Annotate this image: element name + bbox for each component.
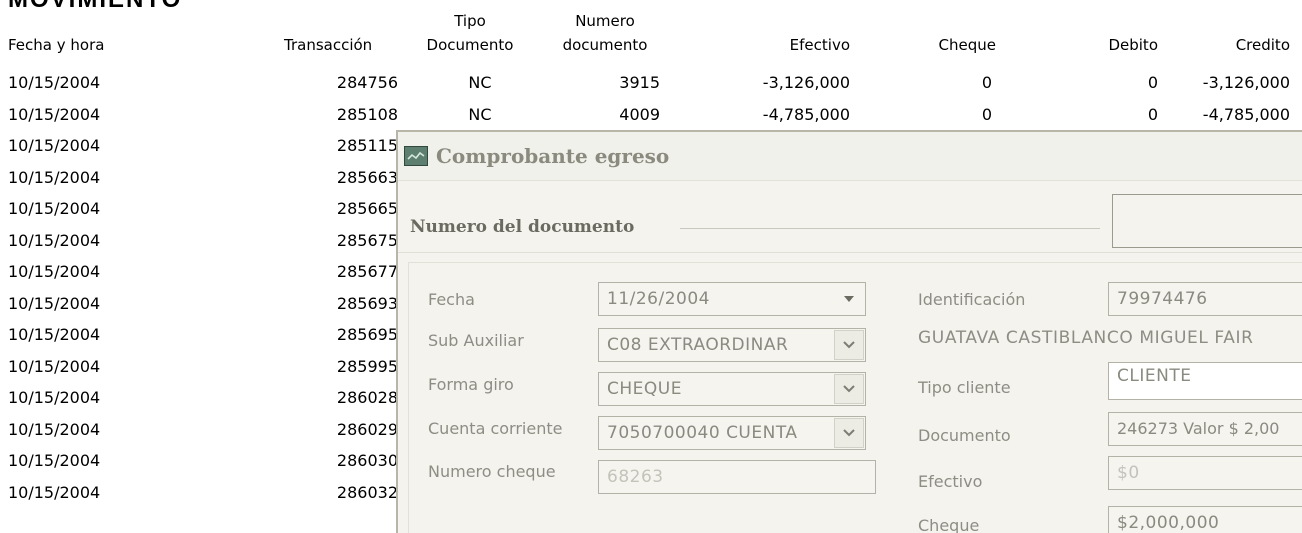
sub-auxiliar-label: Sub Auxiliar [428,331,524,350]
cell-credito: -4,785,000 [1202,104,1290,124]
comprobante-egreso-dialog: Comprobante egreso Numero del documento … [396,130,1302,533]
cell-fecha: 10/15/2004 [8,451,101,470]
header-tipo-documento: Tipo Documento [410,12,530,55]
header-credito: Credito [1235,36,1290,54]
cell-fecha: 10/15/2004 [8,167,101,187]
cell-efectivo: -4,785,000 [762,104,850,124]
table-row: 10/15/2004 285108 NC 4009 -4,785,000 0 0 -4,785… [0,99,1302,131]
tipo-cliente-input[interactable]: CLIENTE [1108,362,1302,400]
cell-transaccion: 285995 [336,356,398,376]
cell-transaccion: 285115 [336,136,398,155]
app-window-icon [404,146,428,166]
cell-fecha: 10/15/2004 [8,262,101,281]
cell-transaccion: 285677 [336,262,398,281]
cell-fecha: 10/15/2004 [8,388,101,407]
dialog-title: Comprobante egreso [436,144,670,168]
cell-fecha: 10/15/2004 [8,356,101,376]
cell-fecha: 10/15/2004 [8,136,101,155]
header-cheque: Cheque [938,36,996,54]
identificacion-input[interactable]: 79974476 [1108,282,1302,316]
header-transaccion: Transacción [284,36,373,54]
cell-numero: 4009 [619,104,660,124]
cheque-value: $2,000,000 [1117,513,1220,533]
cell-transaccion: 285693 [336,293,398,313]
cell-fecha: 10/15/2004 [8,325,101,344]
fecha-value: 11/26/2004 [607,289,710,309]
forma-giro-value: CHEQUE [607,379,682,399]
cell-cheque: 0 [981,73,992,92]
header-debito: Debito [1108,36,1158,54]
documento-value: 246273 Valor $ 2,00 [1117,419,1280,438]
header-fecha: Fecha y hora [8,36,105,54]
documento-label: Documento [918,426,1011,445]
cell-transaccion: 285695 [336,325,398,344]
cell-credito: -3,126,000 [1202,73,1290,92]
efectivo-label: Efectivo [918,472,983,491]
document-number-box[interactable] [1112,194,1302,248]
cell-fecha: 10/15/2004 [8,199,101,218]
report-title: MOVIMIENTO [8,0,182,14]
cuenta-corriente-label: Cuenta corriente [428,419,563,438]
identificacion-value: 79974476 [1117,289,1208,309]
efectivo-value: $0 [1117,463,1140,483]
header-numero-line2: documento [562,36,648,54]
header-tipo-line1: Tipo [454,12,486,30]
cell-transaccion: 284756 [336,73,398,92]
cuenta-corriente-value: 7050700040 CUENTA [607,423,798,443]
client-name: GUATAVA CASTIBLANCO MIGUEL FAIR [918,328,1254,348]
cell-transaccion: 286032 [336,482,398,502]
cell-debito: 0 [1147,104,1158,124]
header-numero-line1: Numero [575,12,635,30]
cell-transaccion: 286028 [336,388,398,407]
cell-transaccion: 285663 [336,167,398,187]
forma-giro-label: Forma giro [428,375,514,394]
cheque-label: Cheque [918,516,980,533]
cell-transaccion: 285665 [336,199,398,218]
chevron-down-icon[interactable] [834,284,864,314]
cell-fecha: 10/15/2004 [8,104,101,124]
dialog-titlebar[interactable]: Comprobante egreso [398,132,1302,181]
chevron-down-icon[interactable] [834,418,864,448]
section-separator [398,252,1302,253]
numero-cheque-label: Numero cheque [428,462,556,481]
cell-transaccion: 286030 [336,451,398,470]
cell-fecha: 10/15/2004 [8,230,101,250]
documento-input[interactable]: 246273 Valor $ 2,00 [1108,412,1302,446]
sub-auxiliar-dropdown[interactable]: C08 EXTRAORDINAR [598,328,866,362]
forma-giro-dropdown[interactable]: CHEQUE [598,372,866,406]
tipo-cliente-label: Tipo cliente [918,378,1011,397]
header-numero-documento: Numero documento [540,12,670,55]
header-efectivo: Efectivo [789,36,850,54]
identificacion-label: Identificación [918,290,1026,309]
table-row: 10/15/2004 284756 NC 3915 -3,126,000 0 0 -3,126… [0,67,1302,99]
cuenta-corriente-dropdown[interactable]: 7050700040 CUENTA [598,416,866,450]
cell-fecha: 10/15/2004 [8,73,101,92]
group-title: Numero del documento [410,217,635,237]
cell-transaccion: 286029 [336,419,398,439]
cell-fecha: 10/15/2004 [8,482,101,502]
cell-transaccion: 285108 [336,104,398,124]
fecha-label: Fecha [428,290,475,309]
chevron-down-icon[interactable] [834,330,864,360]
header-tipo-line2: Documento [426,36,514,54]
fecha-dropdown[interactable]: 11/26/2004 [598,282,866,316]
cell-numero: 3915 [619,73,660,92]
cell-efectivo: -3,126,000 [762,73,850,92]
cell-transaccion: 285675 [336,230,398,250]
cell-fecha: 10/15/2004 [8,419,101,439]
numero-cheque-input[interactable]: 68263 [598,460,876,494]
cell-fecha: 10/15/2004 [8,293,101,313]
tipo-cliente-value: CLIENTE [1117,366,1192,386]
chevron-down-icon[interactable] [834,374,864,404]
cell-cheque: 0 [981,104,992,124]
efectivo-input[interactable]: $0 [1108,456,1302,490]
cheque-input[interactable]: $2,000,000 [1108,506,1302,533]
cell-tipo: NC [468,104,492,124]
numero-cheque-value: 68263 [607,467,664,487]
group-divider [680,228,1100,229]
sub-auxiliar-value: C08 EXTRAORDINAR [607,335,789,355]
cell-debito: 0 [1147,73,1158,92]
cell-tipo: NC [468,73,492,92]
